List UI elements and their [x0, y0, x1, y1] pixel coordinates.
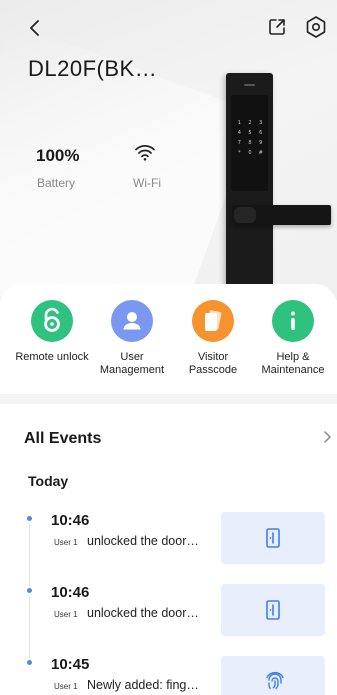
lock-key: #	[258, 150, 263, 156]
chevron-right-icon[interactable]	[322, 430, 332, 444]
user-icon	[111, 300, 153, 342]
event-time: 10:46	[51, 512, 90, 529]
lock-key: 4	[237, 130, 241, 136]
help-maintenance-button[interactable]: Help & Maintenance	[253, 300, 333, 377]
share-button[interactable]	[267, 17, 287, 37]
event-user: User 1	[54, 682, 78, 691]
timeline-line	[29, 524, 30, 586]
lock-key: 2	[248, 120, 252, 126]
hexagon-settings-icon	[306, 16, 326, 38]
event-thumbnail[interactable]	[221, 584, 325, 636]
cards-icon	[192, 300, 234, 342]
user-management-label: User Management	[99, 351, 165, 376]
wifi-label: Wi-Fi	[133, 176, 161, 190]
lock-sensor-icon	[244, 84, 255, 86]
lock-key: 8	[248, 140, 252, 146]
lock-key: 3	[259, 120, 263, 126]
lock-key: 9	[259, 140, 263, 146]
back-button[interactable]	[26, 16, 46, 40]
event-item[interactable]: 10:46 User 1 unlocked the door…	[0, 512, 337, 586]
event-user: User 1	[54, 610, 78, 619]
lock-key: *	[238, 150, 241, 156]
event-item[interactable]: 10:45 User 1 Newly added: fing…	[0, 656, 337, 695]
events-group-today: Today	[28, 473, 69, 489]
event-thumbnail[interactable]	[221, 656, 325, 695]
event-user: User 1	[54, 538, 78, 547]
door-icon	[266, 528, 280, 548]
visitor-passcode-label: Visitor Passcode	[188, 351, 238, 376]
event-thumbnail[interactable]	[221, 512, 325, 564]
help-maintenance-label: Help & Maintenance	[261, 351, 325, 376]
battery-value: 100%	[36, 146, 80, 165]
battery-label: Battery	[37, 176, 76, 190]
settings-button[interactable]	[305, 15, 327, 39]
event-time: 10:46	[51, 584, 90, 601]
wifi-icon	[134, 142, 156, 162]
lock-key: 5	[248, 130, 252, 136]
lock-key: 0	[248, 150, 252, 156]
device-title: DL20F(BK…	[28, 56, 158, 81]
info-icon	[272, 300, 314, 342]
user-management-button[interactable]: User Management	[92, 300, 172, 377]
event-time: 10:45	[51, 656, 90, 673]
lock-key: 1	[237, 120, 241, 126]
event-description: unlocked the door…	[87, 606, 199, 620]
lock-key: 6	[259, 130, 263, 136]
fingerprint-icon	[266, 671, 284, 690]
door-icon	[266, 600, 280, 620]
lock-key: 7	[237, 140, 241, 146]
visitor-passcode-button[interactable]: Visitor Passcode	[173, 300, 253, 377]
event-description: Newly added: fing…	[87, 678, 199, 692]
section-divider	[0, 394, 337, 404]
timeline-dot	[27, 516, 32, 521]
remote-unlock-label: Remote unlock	[15, 351, 89, 363]
event-description: unlocked the door…	[87, 534, 199, 548]
chevron-left-icon	[30, 20, 39, 36]
share-icon	[269, 19, 285, 35]
lock-handle-cap	[234, 207, 256, 223]
timeline-dot	[27, 588, 32, 593]
all-events-title[interactable]: All Events	[24, 430, 101, 448]
timeline-line	[29, 596, 30, 658]
timeline-dot	[27, 660, 32, 665]
remote-unlock-button[interactable]: Remote unlock	[12, 300, 92, 364]
lock-keypad: 1 2 3 4 5 6 7 8 9 * 0 #	[234, 118, 266, 158]
padlock-six-icon	[31, 300, 73, 342]
event-item[interactable]: 10:46 User 1 unlocked the door…	[0, 584, 337, 658]
